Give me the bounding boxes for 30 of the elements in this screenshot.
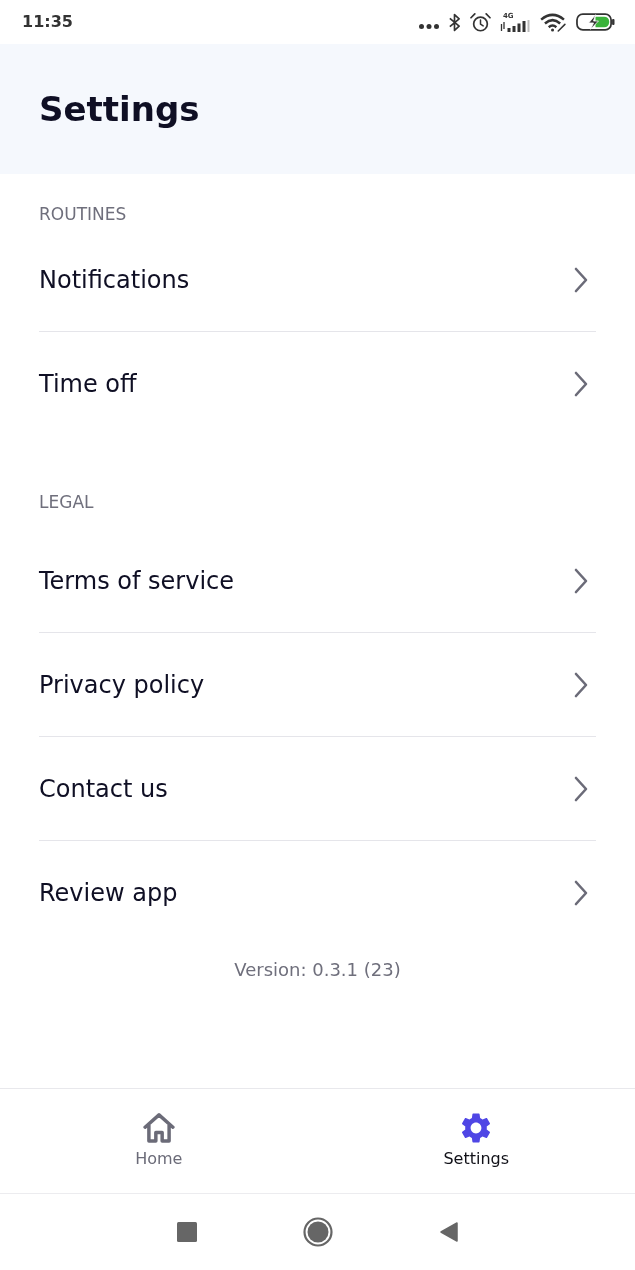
- version-text: Version: 0.3.1 (23): [233, 958, 402, 982]
- chevron-right-icon: [574, 266, 588, 293]
- wifi-icon: [540, 12, 567, 32]
- nav-tab[interactable]: Home: [0, 1089, 318, 1193]
- signal-bars-icon: [500, 20, 531, 32]
- settings-menu-item[interactable]: Contact us: [39, 737, 596, 840]
- settings-menu-item[interactable]: Time off: [39, 332, 596, 435]
- settings-menu-item[interactable]: Terms of service: [39, 529, 596, 632]
- home-circle-icon[interactable]: [302, 1217, 333, 1247]
- nav-tab[interactable]: Settings: [317, 1089, 635, 1193]
- section-heading: ROUTINES: [39, 203, 128, 226]
- more-dots-icon: [419, 23, 439, 29]
- alarm-clock-icon: [470, 12, 491, 32]
- chevron-right-icon: [574, 671, 588, 698]
- section-heading: LEGAL: [39, 491, 95, 514]
- status-time: 11:35: [22, 12, 73, 32]
- chevron-right-icon: [574, 370, 588, 397]
- back-icon[interactable]: [439, 1222, 458, 1242]
- settings-icon: [460, 1113, 493, 1143]
- page-title: Settings: [39, 88, 200, 131]
- bluetooth-icon: [448, 12, 461, 32]
- settings-menu-item[interactable]: Review app: [39, 841, 596, 944]
- home-icon: [142, 1113, 175, 1143]
- recent-apps-icon[interactable]: [176, 1222, 197, 1242]
- settings-menu-item[interactable]: Notifications: [39, 228, 596, 331]
- chevron-right-icon: [574, 567, 588, 594]
- settings-menu-item[interactable]: Privacy policy: [39, 633, 596, 736]
- chevron-right-icon: [574, 879, 588, 906]
- chevron-right-icon: [574, 775, 588, 802]
- battery-charging-icon: [576, 13, 615, 31]
